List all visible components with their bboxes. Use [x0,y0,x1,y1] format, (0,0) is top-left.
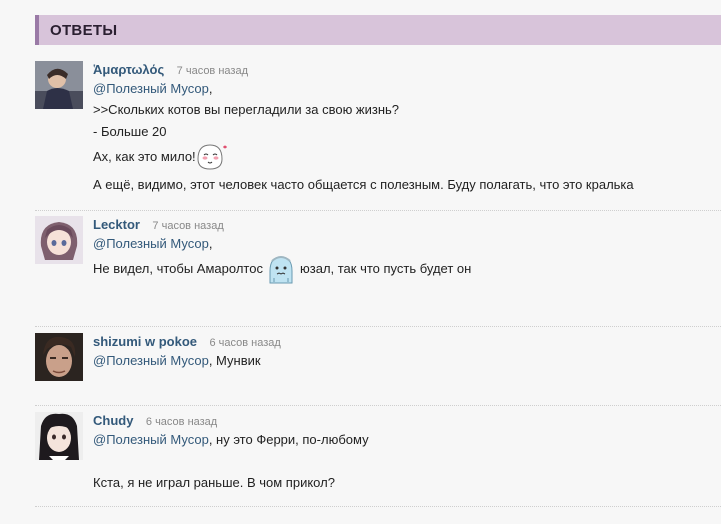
comment-separator [35,326,721,327]
avatar[interactable] [35,333,83,381]
mention-link[interactable]: @Полезный Мусор [93,81,209,96]
blushing-smiley-icon [197,144,227,170]
avatar-image [35,61,83,109]
cold-smiley-icon [269,256,293,284]
avatar[interactable] [35,216,83,264]
comment-time: 6 часов назад [209,337,281,349]
comment-separator [35,210,721,211]
comment-text: А ещё, видимо, этот человек часто общает… [93,177,634,192]
comment-text: >>Скольких котов вы перегладили за свою … [93,102,400,117]
comment-mention-line: @Полезный Мусор, [93,236,212,251]
comment-separator [35,405,721,406]
avatar-image [35,333,83,381]
mention-link[interactable]: @Полезный Мусор [93,353,209,368]
comment-text: Ах, как это мило! [93,149,196,164]
comment-mention-line: @Полезный Мусор, [93,81,212,96]
comment-meta: shizumi w pokoe 6 часов назад [93,333,281,351]
mention-link[interactable]: @Полезный Мусор [93,236,209,251]
comment-time: 7 часов назад [152,220,224,232]
comment-meta: Lecktor 7 часов назад [93,216,224,234]
comment-text: Кста, я не играл раньше. В чом прикол? [93,475,335,490]
avatar[interactable] [35,61,83,109]
mention-suffix: , Мунвик [208,353,261,368]
comment-mention-line: @Полезный Мусор, ну это Ферри, по-любому [93,432,369,447]
comment-time: 6 часов назад [145,416,218,428]
avatar-image [35,412,83,460]
comment-text: Не видел, чтобы Амаролтос [93,261,263,276]
avatar[interactable] [35,412,83,460]
comment-time: 7 часов назад [176,65,248,77]
mention-suffix: , [208,236,213,251]
comment-separator [35,506,721,507]
comment-text: - Больше 20 [93,124,167,139]
author-name[interactable]: Lecktor [93,217,140,232]
comment-mention-line: @Полезный Мусор, Мунвик [93,353,261,368]
mention-suffix: , ну это Ферри, по-любому [208,432,369,447]
author-name[interactable]: Chudy [93,413,133,428]
comment-meta: Chudy 6 часов назад [93,412,217,430]
section-title: ОТВЕТЫ [50,22,118,39]
author-name[interactable]: Ἁμαρτωλός [93,62,164,77]
section-header: ОТВЕТЫ [35,15,721,45]
avatar-image [35,216,83,264]
comment-text: юзал, так что пусть будет он [300,261,472,276]
mention-suffix: , [208,81,213,96]
mention-link[interactable]: @Полезный Мусор [93,432,209,447]
author-name[interactable]: shizumi w pokoe [93,334,197,349]
comment-meta: Ἁμαρτωλός 7 часов назад [93,61,248,79]
